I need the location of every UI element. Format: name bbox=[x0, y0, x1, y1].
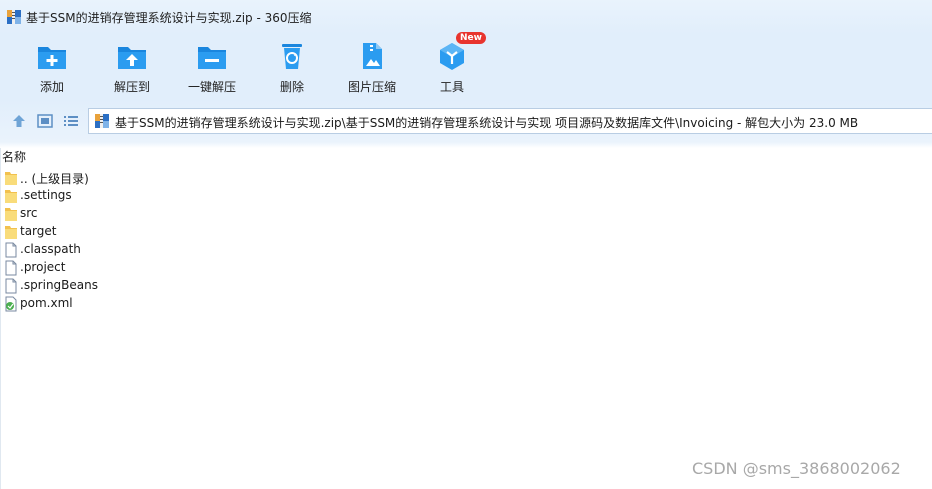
folder-extract-icon bbox=[118, 47, 146, 69]
thumbnail-view-icon[interactable] bbox=[36, 112, 54, 130]
image-compress-button[interactable]: 图片压缩 bbox=[334, 34, 410, 100]
new-badge: New bbox=[456, 32, 486, 44]
extract-to-button[interactable]: 解压到 bbox=[94, 34, 170, 100]
folder-icon bbox=[5, 208, 17, 221]
column-header-name[interactable]: 名称 bbox=[2, 148, 26, 165]
xml-file-icon bbox=[5, 296, 17, 312]
folder-icon bbox=[5, 172, 17, 185]
title-bar: 基于SSM的进销存管理系统设计与实现.zip - 360压缩 bbox=[0, 0, 932, 34]
image-compress-icon bbox=[363, 43, 382, 69]
archive-icon bbox=[95, 114, 109, 128]
archive-icon bbox=[7, 10, 21, 24]
file-name: pom.xml bbox=[20, 296, 73, 310]
list-item[interactable]: pom.xml bbox=[4, 295, 304, 313]
divider bbox=[0, 148, 1, 489]
image-compress-label: 图片压缩 bbox=[347, 80, 396, 94]
address-path: 基于SSM的进销存管理系统设计与实现.zip\基于SSM的进销存管理系统设计与实… bbox=[115, 116, 859, 130]
file-name: .classpath bbox=[20, 242, 81, 256]
file-name: .settings bbox=[20, 188, 72, 202]
list-item[interactable]: .project bbox=[4, 259, 304, 277]
folder-icon bbox=[5, 226, 17, 239]
list-view-icon[interactable] bbox=[62, 112, 80, 130]
file-icon bbox=[5, 242, 17, 258]
toolbar: 添加 解压到 一键解压 删除 图片压缩 工具 New bbox=[0, 32, 932, 100]
folder-oneclick-extract-icon bbox=[198, 47, 226, 69]
file-name: .. (上级目录) bbox=[20, 172, 89, 186]
folder-icon bbox=[5, 190, 17, 203]
address-bar[interactable]: 基于SSM的进销存管理系统设计与实现.zip\基于SSM的进销存管理系统设计与实… bbox=[88, 108, 932, 134]
one-click-extract-button[interactable]: 一键解压 bbox=[174, 34, 250, 100]
extract-to-label: 解压到 bbox=[113, 80, 150, 94]
add-button[interactable]: 添加 bbox=[14, 34, 90, 100]
file-icon bbox=[5, 260, 17, 276]
tools-label: 工具 bbox=[439, 80, 464, 94]
file-name: .project bbox=[20, 260, 66, 274]
tools-cube-icon bbox=[440, 43, 464, 70]
file-name: target bbox=[20, 224, 57, 238]
folder-add-icon bbox=[38, 47, 66, 69]
list-item[interactable]: .settings bbox=[4, 187, 304, 205]
file-name: src bbox=[20, 206, 38, 220]
file-icon bbox=[5, 278, 17, 294]
list-item[interactable]: .springBeans bbox=[4, 277, 304, 295]
recycle-bin-icon bbox=[282, 44, 302, 69]
delete-button[interactable]: 删除 bbox=[254, 34, 330, 100]
divider bbox=[0, 142, 932, 148]
list-item[interactable]: target bbox=[4, 223, 304, 241]
window-title: 基于SSM的进销存管理系统设计与实现.zip - 360压缩 bbox=[26, 11, 312, 25]
list-item[interactable]: src bbox=[4, 205, 304, 223]
file-name: .springBeans bbox=[20, 278, 98, 292]
add-label: 添加 bbox=[39, 80, 64, 94]
list-item[interactable]: .. (上级目录) bbox=[4, 169, 304, 187]
list-item[interactable]: .classpath bbox=[4, 241, 304, 259]
watermark-text: CSDN @sms_3868002062 bbox=[692, 459, 901, 478]
up-arrow-icon[interactable] bbox=[10, 112, 28, 130]
delete-label: 删除 bbox=[279, 80, 304, 94]
one-click-extract-label: 一键解压 bbox=[187, 80, 236, 94]
